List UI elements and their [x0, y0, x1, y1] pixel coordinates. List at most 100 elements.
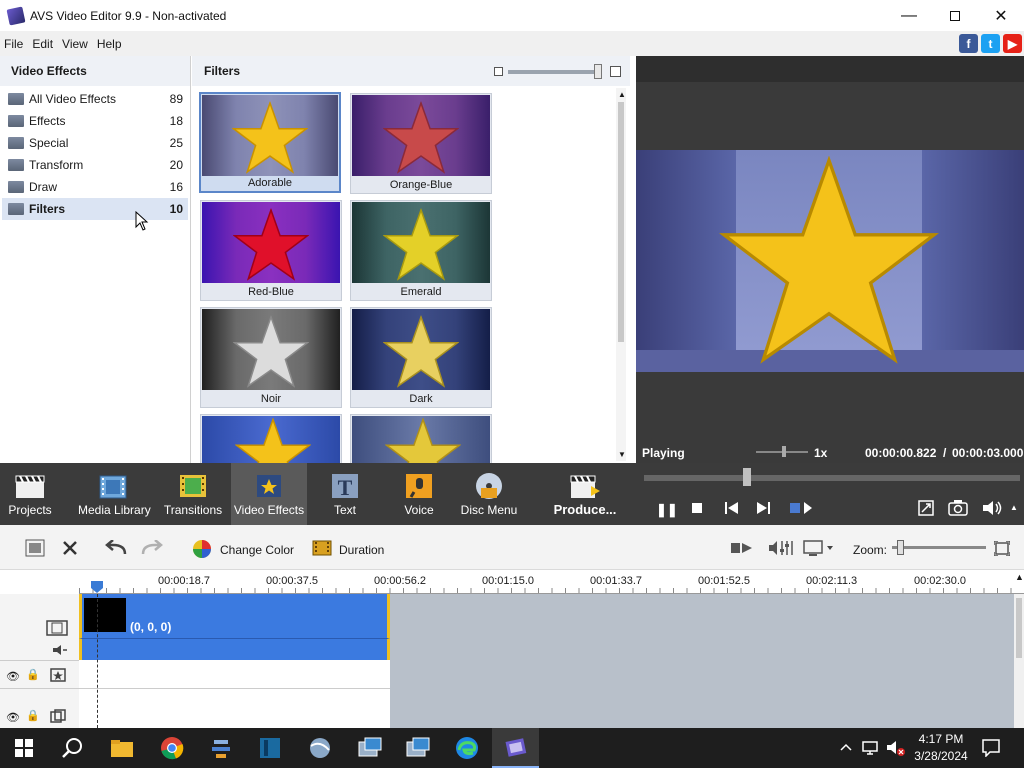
transitions-icon [180, 475, 206, 497]
clock-time[interactable]: 4:17 PM [918, 732, 964, 746]
facebook-icon[interactable]: f [959, 34, 978, 53]
app-icon [358, 737, 381, 757]
voice-button[interactable]: Voice [396, 463, 442, 525]
eye-icon[interactable]: 👁 [6, 711, 20, 724]
disc-menu-button[interactable]: Disc Menu [459, 463, 519, 525]
folder-icon [8, 181, 24, 193]
close-button[interactable]: ✕ [978, 0, 1024, 31]
menu-file[interactable]: File [0, 37, 28, 51]
start-button[interactable] [0, 728, 47, 768]
zoom-slider-handle[interactable] [897, 540, 904, 555]
edge-button[interactable] [443, 728, 490, 768]
ruler-scroll-up[interactable]: ▲ [1015, 572, 1024, 582]
effect-thumb-partial[interactable] [350, 414, 492, 464]
seek-bar[interactable] [644, 475, 1020, 481]
split-icon[interactable] [730, 541, 754, 555]
produce-button[interactable]: Produce... [548, 463, 622, 525]
search-button[interactable] [48, 728, 95, 768]
taskbar-app[interactable] [198, 728, 245, 768]
effect-thumb-partial[interactable] [200, 414, 342, 464]
twitter-icon[interactable]: t [981, 34, 1000, 53]
undo-icon[interactable] [105, 540, 127, 556]
snapshot-icon[interactable] [948, 499, 968, 516]
timeline-tracks[interactable]: (0, 0, 0) [0, 594, 1024, 728]
zoom-slider[interactable] [892, 546, 986, 549]
category-all-video-effects[interactable]: All Video Effects 89 [2, 88, 188, 110]
eye-icon[interactable]: 👁 [6, 670, 20, 683]
avs-icon [505, 738, 526, 757]
taskbar-app[interactable] [394, 728, 441, 768]
change-color-button[interactable]: Change Color [220, 543, 294, 557]
taskbar-app[interactable] [246, 728, 293, 768]
avs-video-editor-taskbar-button[interactable] [492, 728, 539, 768]
timeline-ruler[interactable]: 00:00:18.7 00:00:37.5 00:00:56.2 00:01:1… [0, 570, 1024, 594]
video-effects-panel: Video Effects All Video Effects 89 Effect… [0, 56, 191, 463]
pause-button[interactable]: ❚❚ [656, 502, 678, 518]
next-frame-button[interactable] [757, 502, 770, 514]
taskbar-app[interactable] [296, 728, 343, 768]
menu-view[interactable]: View [58, 37, 93, 51]
video-clip[interactable]: (0, 0, 0) [79, 594, 390, 638]
effect-thumb-orange-blue[interactable]: Orange-Blue [350, 93, 492, 194]
stop-button[interactable] [692, 503, 702, 513]
fullscreen-icon[interactable] [918, 500, 934, 516]
media-library-button[interactable]: Media Library [78, 463, 151, 525]
small-thumbs-icon[interactable] [494, 67, 503, 76]
duration-button[interactable]: Duration [339, 543, 384, 557]
volume-menu-arrow[interactable]: ▲ [1010, 503, 1018, 512]
text-button[interactable]: T Text [322, 463, 368, 525]
large-thumbs-icon[interactable] [610, 66, 621, 77]
track-headers: 👁 🔒 👁 🔒 [0, 594, 79, 728]
folder-icon [110, 740, 133, 757]
redo-icon[interactable] [141, 540, 163, 556]
youtube-icon[interactable]: ▶ [1003, 34, 1022, 53]
storyboard-icon[interactable] [25, 539, 45, 557]
transitions-button[interactable]: Transitions [162, 463, 224, 525]
search-icon [61, 738, 82, 758]
menu-help[interactable]: Help [93, 37, 127, 51]
effect-thumb-dark[interactable]: Dark [350, 307, 492, 408]
chrome-button[interactable] [148, 728, 195, 768]
lock-icon[interactable]: 🔒 [26, 709, 40, 722]
effect-thumb-adorable[interactable]: Adorable [199, 92, 341, 193]
minimize-button[interactable]: — [886, 0, 932, 31]
preview-video[interactable] [636, 150, 1024, 372]
audio-clip[interactable] [79, 638, 390, 660]
effect-thumb-emerald[interactable]: Emerald [350, 200, 492, 301]
timeline-scrollbar[interactable] [1014, 594, 1024, 728]
category-transform[interactable]: Transform 20 [2, 154, 188, 176]
previous-frame-button[interactable] [725, 502, 738, 514]
clock-date[interactable]: 3/28/2024 [910, 749, 972, 763]
effect-thumb-red-blue[interactable]: Red-Blue [200, 200, 342, 301]
network-icon[interactable] [862, 740, 880, 756]
thumb-size-slider-handle[interactable] [594, 64, 602, 79]
menu-edit[interactable]: Edit [28, 37, 58, 51]
play-selection-button[interactable] [790, 502, 812, 514]
notifications-icon[interactable] [982, 739, 1000, 757]
lock-icon[interactable]: 🔒 [26, 668, 40, 681]
panel-title: Filters [204, 64, 241, 78]
maximize-button[interactable] [932, 0, 978, 31]
speed-slider-handle[interactable] [782, 446, 786, 457]
fit-timeline-icon[interactable] [994, 541, 1010, 556]
playhead-marker[interactable] [90, 580, 104, 594]
seek-handle[interactable] [743, 468, 751, 486]
effects-scrollbar[interactable]: ▲ ▼ [616, 88, 626, 461]
thumb-size-slider[interactable] [508, 70, 598, 74]
effect-thumb-noir[interactable]: Noir [200, 307, 342, 408]
panel-title: Video Effects [0, 56, 190, 86]
volume-icon[interactable] [982, 500, 1002, 516]
file-explorer-button[interactable] [98, 728, 145, 768]
projects-button[interactable]: Projects [0, 463, 60, 525]
audio-mixer-icon[interactable] [768, 539, 794, 557]
category-filters[interactable]: Filters 10 [2, 198, 188, 220]
category-special[interactable]: Special 25 [2, 132, 188, 154]
category-draw[interactable]: Draw 16 [2, 176, 188, 198]
volume-muted-icon[interactable] [886, 739, 906, 757]
chevron-up-icon[interactable] [840, 742, 852, 752]
category-effects[interactable]: Effects 18 [2, 110, 188, 132]
video-effects-button[interactable]: Video Effects [231, 463, 307, 525]
taskbar-app[interactable] [346, 728, 393, 768]
delete-icon[interactable] [63, 541, 77, 555]
display-options-icon[interactable] [803, 539, 835, 557]
